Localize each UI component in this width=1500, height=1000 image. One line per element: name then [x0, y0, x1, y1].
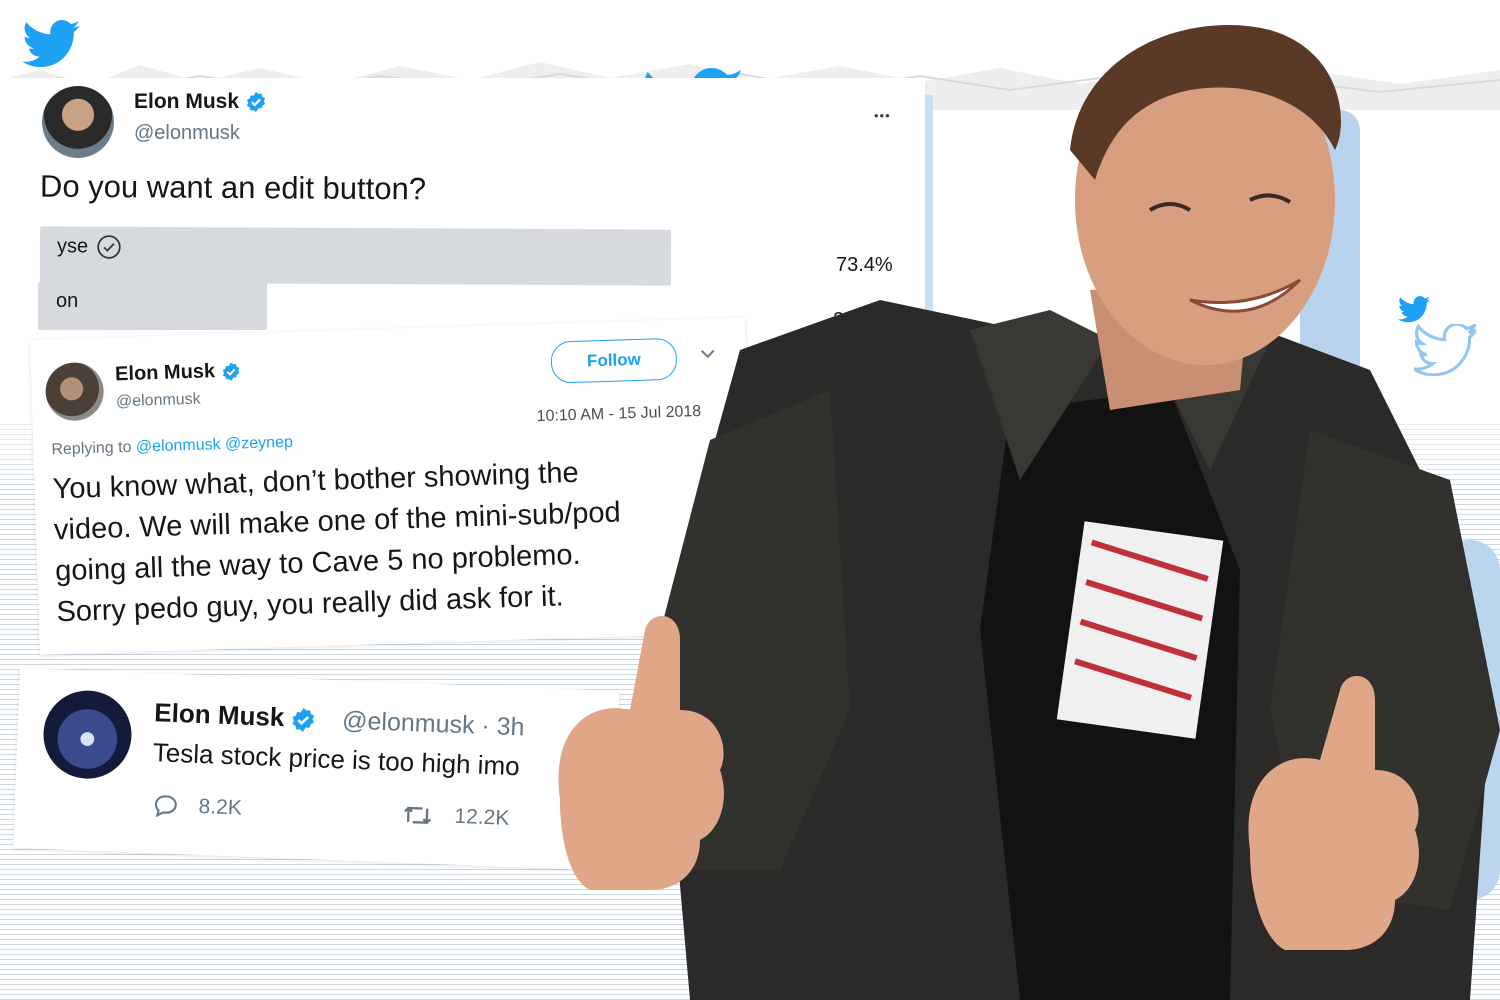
replying-prefix: Replying to — [51, 438, 132, 459]
elon-musk-photo — [558, 25, 1500, 1000]
avatar[interactable] — [44, 361, 105, 422]
reply-count: 8.2K — [198, 794, 243, 820]
replying-users[interactable]: @elonmusk @zeynep — [136, 434, 293, 456]
retweet-count: 12.2K — [454, 804, 510, 830]
tweet-text: Tesla stock price is too high imo — [152, 737, 521, 782]
author-handle-time[interactable]: @elonmusk · 3h — [342, 706, 525, 742]
verified-badge-icon — [246, 92, 266, 113]
avatar[interactable] — [42, 86, 114, 158]
author-name-text: Elon Musk — [153, 697, 285, 733]
check-circle-icon — [96, 235, 121, 259]
author-name-text: Elon Musk — [114, 360, 216, 386]
avatar[interactable] — [41, 688, 134, 781]
author-name[interactable]: Elon Musk — [154, 697, 317, 734]
replying-to: Replying to @elonmusk @zeynep — [51, 434, 293, 460]
author-name[interactable]: Elon Musk — [134, 90, 267, 114]
author-name[interactable]: Elon Musk — [115, 359, 242, 386]
retweet-icon — [404, 806, 432, 825]
poll-option-text: yse — [57, 235, 89, 258]
reply-action[interactable]: 8.2K — [150, 791, 242, 822]
poll-option-label: yse — [57, 234, 122, 260]
author-name-text: Elon Musk — [134, 90, 240, 113]
tweet-text: You know what, don’t bother showing the … — [52, 452, 624, 634]
author-handle[interactable]: @elonmusk — [134, 122, 240, 145]
reply-icon — [154, 795, 177, 818]
verified-badge-icon — [222, 362, 240, 381]
author-handle[interactable]: @elonmusk — [116, 391, 201, 412]
retweet-action[interactable]: 12.2K — [400, 801, 510, 833]
poll-option-label: on — [56, 290, 79, 312]
poll-question: Do you want an edit button? — [39, 168, 427, 207]
stock-tweet-card: Elon Musk @elonmusk · 3h Tesla stock pri… — [13, 668, 620, 871]
verified-badge-icon — [292, 708, 315, 732]
twitter-bird-icon — [22, 20, 80, 68]
